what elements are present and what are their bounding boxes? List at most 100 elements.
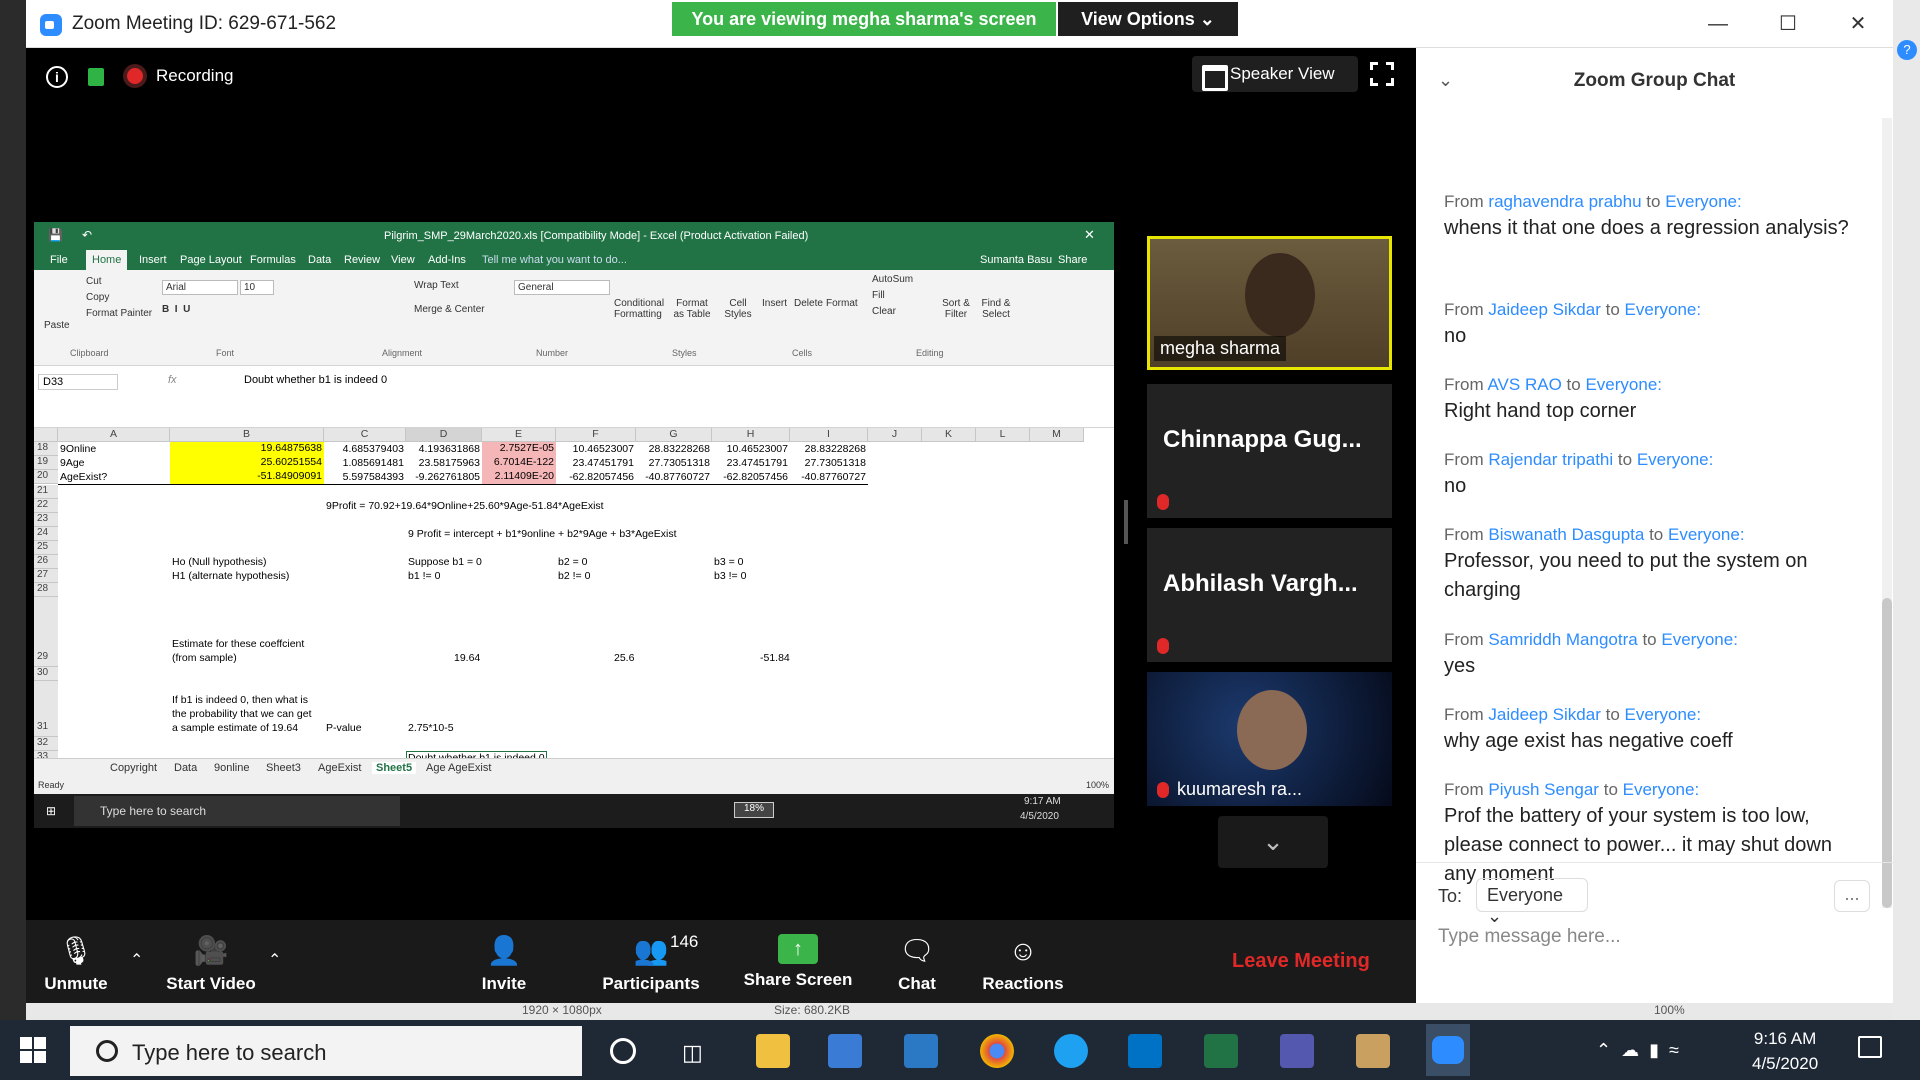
cell: P-value xyxy=(326,722,362,734)
invite-button[interactable]: 👤 Invite xyxy=(474,934,534,994)
sheet-tab: AgeExist xyxy=(318,762,362,774)
minimize-button[interactable]: — xyxy=(1698,8,1738,40)
cell: 27.73051318 xyxy=(648,457,710,469)
row-header: 19 xyxy=(34,456,58,470)
recipient[interactable]: Everyone: xyxy=(1665,192,1742,211)
close-button[interactable]: ✕ xyxy=(1838,8,1878,40)
system-tray-icons[interactable]: ⌃ ☁ ▮ ≈ xyxy=(1596,1040,1679,1061)
recipient[interactable]: Everyone: xyxy=(1637,450,1714,469)
excel-tab: Insert xyxy=(139,254,167,266)
maximize-button[interactable]: ☐ xyxy=(1768,8,1808,40)
sender-name[interactable]: Piyush Sengar xyxy=(1488,780,1599,799)
recipient[interactable]: Everyone: xyxy=(1585,375,1662,394)
row-header: 31 xyxy=(34,681,58,737)
paint-icon[interactable] xyxy=(1356,1034,1390,1068)
share-screen-button[interactable]: ↑ Share Screen xyxy=(738,934,858,990)
chat-button[interactable]: 🗨 Chat xyxy=(892,934,942,994)
chevron-down-icon[interactable]: ⌄ xyxy=(1218,816,1328,868)
internet-explorer-icon[interactable] xyxy=(1054,1034,1088,1068)
recording-label: Recording xyxy=(156,66,234,85)
fullscreen-icon[interactable] xyxy=(1370,62,1394,86)
chat-scrollbar[interactable] xyxy=(1882,118,1892,908)
cell: Estimate for these coeffcient xyxy=(172,638,305,650)
remote-start-icon: ⊞ xyxy=(46,804,57,818)
zoom-taskbar-icon[interactable] xyxy=(1426,1024,1470,1076)
cell: 23.47451791 xyxy=(572,457,634,469)
excel-ribbon-tabs: File Home Insert Page Layout Formulas Da… xyxy=(34,250,1114,270)
video-tile[interactable]: kuumaresh ra... xyxy=(1147,672,1392,806)
video-tile[interactable]: Abhilash Vargh... xyxy=(1147,528,1392,662)
recipient[interactable]: Everyone: xyxy=(1668,525,1745,544)
remote-taskbar: ⊞ Type here to search 18% 9:17 AM 4/5/20… xyxy=(34,794,1114,828)
mail-icon[interactable] xyxy=(904,1034,938,1068)
sender-name[interactable]: AVS RAO xyxy=(1487,375,1561,394)
chevron-up-icon[interactable]: ⌃ xyxy=(130,950,143,970)
divider xyxy=(1416,862,1893,863)
share-arrow-icon: ↑ xyxy=(778,934,818,964)
cell: b2 = 0 xyxy=(558,556,588,568)
muted-mic-icon xyxy=(1157,782,1169,798)
unmute-button[interactable]: 🎙 Unmute xyxy=(38,934,114,994)
reactions-label: Reactions xyxy=(982,974,1064,993)
excel-tab: Add-Ins xyxy=(428,254,466,266)
shared-screen-excel: Pilgrim_SMP_29March2020.xls [Compatibili… xyxy=(34,222,1114,828)
participants-label: Participants xyxy=(602,974,700,993)
sender-name[interactable]: Biswanath Dasgupta xyxy=(1488,525,1644,544)
excel-icon[interactable] xyxy=(1204,1034,1238,1068)
excel-title: Pilgrim_SMP_29March2020.xls [Compatibili… xyxy=(384,230,809,242)
more-options-icon[interactable]: ... xyxy=(1834,880,1870,912)
leave-meeting-button[interactable]: Leave Meeting xyxy=(1232,950,1370,973)
excel-user: Sumanta Basu xyxy=(980,254,1053,266)
desktop-background-strip: 1920 × 1080px Size: 680.2KB 100% xyxy=(26,1003,1893,1020)
ribbon-paste: Paste xyxy=(44,320,70,331)
video-tile[interactable]: megha sharma xyxy=(1147,236,1392,370)
clock-date: 4/5/2020 xyxy=(1752,1054,1819,1073)
sender-name[interactable]: Samriddh Mangotra xyxy=(1488,630,1637,649)
excel-tab: Review xyxy=(344,254,381,266)
group-label: Styles xyxy=(672,348,697,358)
meeting-toolbar: 🎙 Unmute ⌃ 🎥 Start Video ⌃ 👤 Invite 👥 Pa… xyxy=(26,920,1416,1003)
recipient[interactable]: Everyone: xyxy=(1625,300,1702,319)
cell: b3 != 0 xyxy=(714,570,747,582)
start-video-label: Start Video xyxy=(166,974,256,993)
chrome-icon[interactable] xyxy=(980,1034,1014,1068)
file-explorer-icon[interactable] xyxy=(756,1034,790,1068)
recipient[interactable]: Everyone: xyxy=(1623,780,1700,799)
teams-icon[interactable] xyxy=(1280,1034,1314,1068)
store-icon[interactable] xyxy=(828,1034,862,1068)
taskbar-clock[interactable]: 9:16 AM 4/5/2020 xyxy=(1752,1026,1818,1076)
speaker-view-button[interactable]: Speaker View xyxy=(1192,56,1358,92)
sender-name[interactable]: Jaideep Sikdar xyxy=(1488,705,1600,724)
ribbon-format-table: Format as Table xyxy=(673,298,711,320)
sender-name[interactable]: raghavendra prabhu xyxy=(1488,192,1641,211)
start-video-button[interactable]: 🎥 Start Video xyxy=(156,934,266,994)
recipient[interactable]: Everyone: xyxy=(1661,630,1738,649)
recipient[interactable]: Everyone: xyxy=(1625,705,1702,724)
taskbar-search[interactable]: Type here to search xyxy=(70,1026,582,1076)
sheet-tab: Copyright xyxy=(110,762,158,774)
lock-icon[interactable] xyxy=(88,68,104,86)
share-banner: You are viewing megha sharma's screen xyxy=(672,2,1056,36)
chat-messages: From raghavendra prabhu to Everyone: whe… xyxy=(1416,110,1876,910)
notifications-icon[interactable] xyxy=(1858,1036,1882,1058)
col-header: I xyxy=(790,428,868,442)
task-view-icon[interactable]: ◫ xyxy=(682,1040,703,1066)
chevron-up-icon[interactable]: ⌃ xyxy=(268,950,281,970)
view-options-button[interactable]: View Options ⌄ xyxy=(1058,2,1238,36)
help-icon[interactable]: ? xyxy=(1897,40,1917,60)
info-icon[interactable]: i xyxy=(46,66,68,88)
cortana-icon[interactable] xyxy=(610,1038,636,1064)
video-tile[interactable]: Chinnappa Gug... xyxy=(1147,384,1392,518)
invite-label: Invite xyxy=(481,974,527,993)
outlook-icon[interactable] xyxy=(1128,1034,1162,1068)
ribbon-insert: Insert xyxy=(762,298,788,309)
recipient-select[interactable]: Everyone ⌄ xyxy=(1476,878,1588,926)
split-handle[interactable] xyxy=(1124,500,1128,544)
sender-name[interactable]: Jaideep Sikdar xyxy=(1488,300,1600,319)
reactions-button[interactable]: ☺ Reactions xyxy=(980,934,1066,994)
windows-start-icon[interactable] xyxy=(20,1037,46,1063)
col-header: K xyxy=(922,428,976,442)
sender-name[interactable]: Rajendar tripathi xyxy=(1488,450,1613,469)
chat-message-input[interactable]: Type message here... xyxy=(1438,926,1868,962)
cell: the probability that we can get xyxy=(172,708,312,720)
